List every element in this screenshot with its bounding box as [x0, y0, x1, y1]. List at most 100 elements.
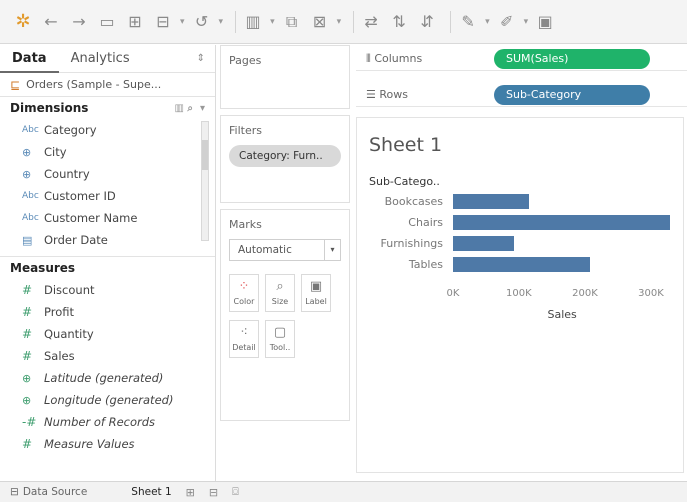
tab-sheet-1[interactable]: Sheet 1: [131, 486, 171, 498]
dimension-field-city[interactable]: ⊕ City: [0, 141, 215, 163]
scrollbar-thumb[interactable]: [202, 140, 208, 170]
dimensions-scrollbar[interactable]: [201, 121, 209, 241]
rows-label-text: Rows: [379, 88, 408, 101]
dimension-field-customer-id[interactable]: Abc Customer ID: [0, 185, 215, 207]
measure-field-discount[interactable]: # Discount: [0, 279, 215, 301]
x-tick-label: 0K: [446, 288, 460, 299]
globe-icon: ⊕: [22, 167, 32, 181]
x-tick-label: 200K: [572, 288, 598, 299]
save-icon[interactable]: ▭: [96, 11, 118, 33]
clear-icon[interactable]: ⊠: [309, 11, 331, 33]
back-arrow-icon[interactable]: ←: [40, 11, 62, 33]
measure-field-profit[interactable]: # Profit: [0, 301, 215, 323]
x-axis-title: Sales: [547, 308, 577, 321]
dimension-field-category[interactable]: Abc Category: [0, 119, 215, 141]
rows-label: ☰ Rows: [366, 88, 408, 101]
measures-header: Measures: [0, 257, 215, 279]
filters-card[interactable]: Filters Category: Furn..: [220, 115, 350, 203]
x-tick-label: 100K: [506, 288, 532, 299]
new-sheet-dropdown-icon[interactable]: ▾: [180, 17, 185, 27]
row-header: Sub-Catego..: [369, 175, 440, 188]
new-worksheet-icon[interactable]: ⊞: [186, 486, 195, 499]
tab-analytics[interactable]: Analytics: [59, 45, 142, 73]
calendar-icon: ▤: [22, 233, 33, 247]
number-type-icon: #: [22, 327, 33, 341]
datasource-item[interactable]: ⊑ Orders (Sample - Supe...: [0, 73, 215, 97]
size-mark-button[interactable]: ⌕ Size: [265, 274, 295, 312]
clear-dropdown-icon[interactable]: ▾: [337, 17, 342, 27]
toolbar: ✲ ← → ▭ ⊞ ⊟ ▾ ↺ ▾ ▥ ▾ ⧉ ⊠ ▾ ⇄ ⇅ ⇵ ✎ ▾ ✐ …: [0, 0, 687, 44]
new-datasource-icon[interactable]: ⊞: [124, 11, 146, 33]
dimension-field-country[interactable]: ⊕ Country: [0, 163, 215, 185]
filter-pill-category[interactable]: Category: Furn..: [229, 145, 341, 167]
detail-mark-button[interactable]: ⁖ Detail: [229, 320, 259, 358]
chevron-down-icon[interactable]: ▾: [324, 240, 340, 260]
color-mark-button[interactable]: ⁘ Color: [229, 274, 259, 312]
new-dashboard-icon[interactable]: ⊟: [209, 486, 218, 499]
marks-title: Marks: [229, 218, 262, 231]
category-label: Chairs: [408, 216, 443, 229]
measures-title: Measures: [10, 261, 76, 275]
tableau-logo-icon[interactable]: ✲: [12, 11, 34, 33]
pages-card[interactable]: Pages: [220, 45, 350, 109]
mark-type-dropdown[interactable]: Automatic ▾: [229, 239, 341, 261]
show-me-dropdown-icon[interactable]: ▾: [270, 17, 275, 27]
highlight-dropdown-icon[interactable]: ▾: [485, 17, 490, 27]
detail-icon: ⁖: [240, 325, 248, 340]
pane-menu-icon[interactable]: ⇕: [197, 53, 205, 64]
new-sheet-icon[interactable]: ⊟: [152, 11, 174, 33]
measures-section: Measures # Discount # Profit # Quantity # Sa…: [0, 257, 215, 455]
sort-descending-icon[interactable]: ⇵: [416, 11, 438, 33]
field-label: Discount: [44, 283, 95, 297]
bar-mark[interactable]: [453, 194, 529, 209]
measure-field-sales[interactable]: # Sales: [0, 345, 215, 367]
mark-button-label: Label: [305, 297, 327, 306]
tab-data[interactable]: Data: [0, 45, 59, 73]
dimension-field-order-date[interactable]: ▤ Order Date: [0, 229, 215, 251]
dimensions-title: Dimensions: [10, 101, 89, 115]
columns-shelf[interactable]: ⦀ Columns SUM(Sales): [356, 47, 687, 71]
measure-field-longitude[interactable]: ⊕ Longitude (generated): [0, 389, 215, 411]
pages-title: Pages: [229, 54, 262, 67]
bar-mark[interactable]: [453, 215, 670, 230]
dimensions-tools[interactable]: ▥ ⌕ ▾: [174, 103, 205, 114]
rows-pill[interactable]: Sub-Category: [494, 84, 650, 105]
category-label: Furnishings: [380, 237, 444, 250]
forward-arrow-icon[interactable]: →: [68, 11, 90, 33]
measure-field-measure-values[interactable]: # Measure Values: [0, 433, 215, 455]
field-label: City: [44, 145, 67, 159]
swap-icon[interactable]: ⇄: [360, 11, 382, 33]
size-icon: ⌕: [276, 279, 284, 294]
string-type-icon: Abc: [22, 191, 39, 201]
data-source-tab[interactable]: ⊟ Data Source: [10, 486, 87, 498]
string-type-icon: Abc: [22, 125, 39, 135]
globe-icon: ⊕: [22, 145, 32, 159]
duplicate-icon[interactable]: ⧉: [281, 11, 303, 33]
measure-field-latitude[interactable]: ⊕ Latitude (generated): [0, 367, 215, 389]
number-type-icon: #: [22, 437, 33, 451]
measure-field-quantity[interactable]: # Quantity: [0, 323, 215, 345]
dimension-field-customer-name[interactable]: Abc Customer Name: [0, 207, 215, 229]
undo-icon[interactable]: ↺: [191, 11, 213, 33]
highlight-icon[interactable]: ✎: [457, 11, 479, 33]
tooltip-mark-button[interactable]: ▢ Tool..: [265, 320, 295, 358]
number-type-icon: #: [22, 349, 33, 363]
sort-ascending-icon[interactable]: ⇅: [388, 11, 410, 33]
x-tick-label: 300K: [638, 288, 664, 299]
undo-dropdown-icon[interactable]: ▾: [219, 17, 224, 27]
viz-area[interactable]: Sheet 1 Sub-Catego.. Sales Bookcases Chai…: [356, 117, 684, 473]
columns-label-text: Columns: [374, 51, 423, 65]
label-icon[interactable]: ▣: [534, 11, 556, 33]
toolbar-divider: [235, 10, 237, 33]
new-story-icon[interactable]: ⌼: [232, 485, 239, 499]
measure-field-number-of-records[interactable]: -# Number of Records: [0, 411, 215, 433]
dimensions-section: Dimensions ▥ ⌕ ▾ Abc Category ⊕ City ⊕ Coun…: [0, 97, 215, 257]
show-me-icon[interactable]: ▥: [242, 11, 264, 33]
bar-mark[interactable]: [453, 257, 590, 272]
rows-shelf[interactable]: ☰ Rows Sub-Category: [356, 83, 687, 107]
columns-pill[interactable]: SUM(Sales): [494, 48, 650, 69]
group-dropdown-icon[interactable]: ▾: [524, 17, 529, 27]
group-icon[interactable]: ✐: [496, 11, 518, 33]
bar-mark[interactable]: [453, 236, 514, 251]
label-mark-button[interactable]: ▣ Label: [301, 274, 331, 312]
